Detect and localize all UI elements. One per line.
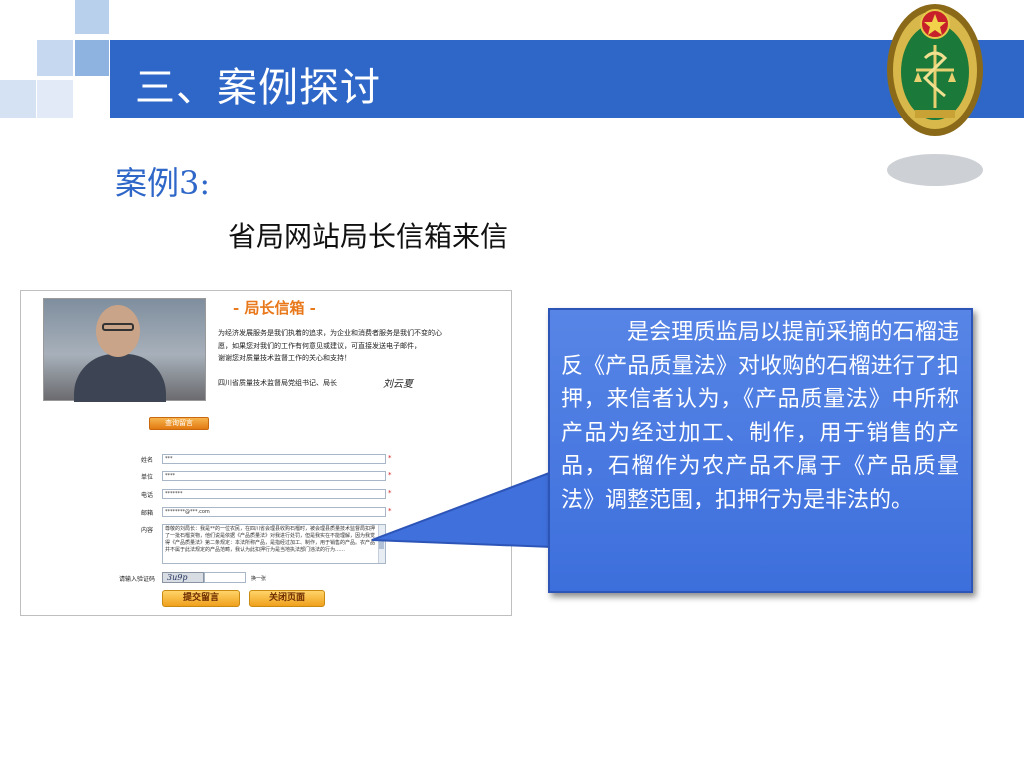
phone-field[interactable]: *******: [162, 489, 386, 499]
captcha-input[interactable]: [204, 572, 246, 583]
name-label: 姓名: [141, 457, 154, 464]
unit-field[interactable]: ****: [162, 471, 386, 481]
intro-line: 为经济发展服务是我们执着的追求，为企业和消费者服务是我们不变的心: [218, 329, 442, 337]
name-field[interactable]: ***: [162, 454, 386, 464]
subtitle: 省局网站局长信箱来信: [228, 220, 509, 253]
decor-square: [37, 80, 73, 118]
decor-square: [37, 40, 73, 76]
unit-label: 单位: [141, 474, 154, 481]
signature: 四川省质量技术监督局党组书记、局长: [218, 379, 337, 387]
content-scrollbar-thumb[interactable]: [379, 539, 384, 549]
captcha-refresh-link[interactable]: 换一张: [251, 575, 266, 582]
email-label: 邮箱: [141, 510, 154, 517]
slide-title: 三、案例探讨: [135, 65, 381, 111]
required-mark: *: [388, 507, 392, 515]
captcha-label: 请输入验证码: [119, 576, 156, 583]
mailbox-header: - 局长信箱 -: [233, 299, 316, 317]
required-mark: *: [388, 454, 392, 462]
required-mark: *: [388, 489, 392, 497]
phone-label: 电话: [141, 492, 154, 499]
content-textarea[interactable]: 尊敬的刘局长：我是**的一位农民，在四川省会理县收购石榴时，被会理县质量技术监督…: [162, 524, 386, 564]
required-mark: *: [388, 471, 392, 479]
callout-box: 是会理质监局以提前采摘的石榴违反《产品质量法》对收购的石榴进行了扣押，来信者认为…: [548, 308, 973, 593]
intro-line: 谢谢您对质量技术监督工作的关心和支持！: [218, 354, 351, 362]
submit-button[interactable]: 提交留言: [162, 590, 240, 607]
content-label: 内容: [141, 527, 154, 534]
case-label: 案例3:: [115, 164, 211, 202]
signature-name: 刘云夏: [383, 379, 413, 390]
decor-square: [0, 80, 36, 118]
mailbox-screenshot: - 局长信箱 - 为经济发展服务是我们执着的追求，为企业和消费者服务是我们不变的…: [20, 290, 512, 616]
decor-square: [75, 40, 109, 76]
query-button[interactable]: 查询留言: [149, 417, 209, 430]
close-page-button[interactable]: 关闭页面: [249, 590, 325, 607]
quality-emblem-icon: [887, 4, 983, 186]
intro-line: 愿，如果您对我们的工作有何意见或建议，可直接发送电子邮件，: [218, 342, 421, 350]
director-photo: [43, 298, 206, 402]
decor-square: [75, 0, 109, 34]
email-field[interactable]: ********@***.com: [162, 507, 386, 517]
captcha-image: 3u9p: [162, 572, 204, 583]
